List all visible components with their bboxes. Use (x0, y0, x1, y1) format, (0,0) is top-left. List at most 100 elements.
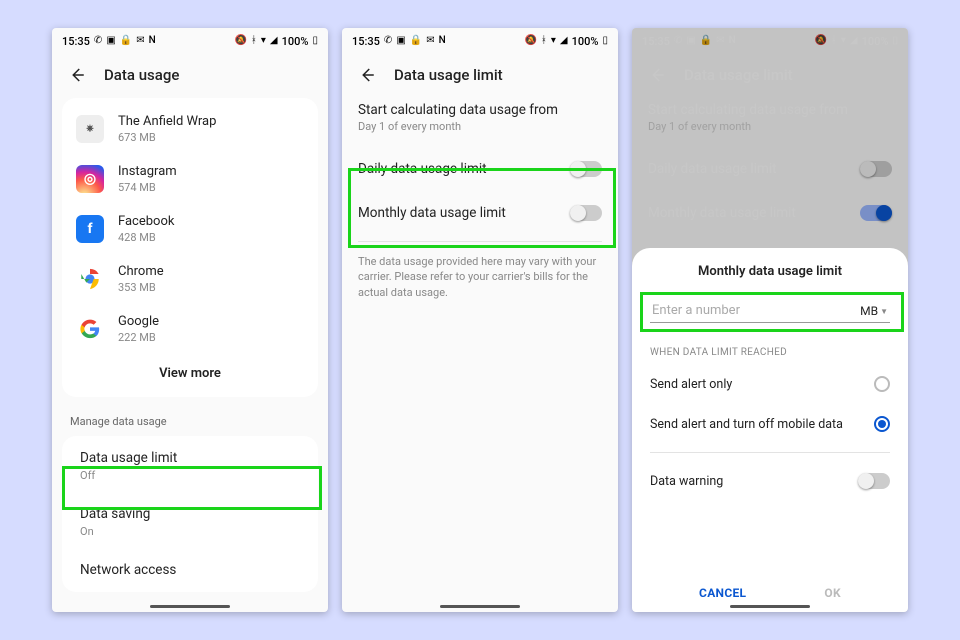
unit-dropdown[interactable]: MB ▼ (860, 304, 888, 318)
setting-network-access[interactable]: Network access (62, 550, 318, 590)
date-icon: ▣ (396, 36, 405, 46)
toggle-data-warning[interactable]: Data warning (632, 461, 908, 501)
nav-pill[interactable] (730, 605, 810, 608)
toggle-daily-limit[interactable]: Daily data usage limit (342, 147, 618, 191)
ok-button[interactable]: OK (824, 586, 841, 600)
battery-icon: ▯ (312, 36, 318, 46)
wifi-icon: ▾ (261, 36, 266, 46)
instagram-icon: ◎ (76, 165, 104, 193)
switch-icon[interactable] (570, 205, 602, 221)
lock-icon: 🔒 (120, 36, 132, 46)
nav-pill[interactable] (440, 605, 520, 608)
signal-icon: ◢ (270, 36, 278, 46)
app-row[interactable]: Google 222 MB (62, 304, 318, 354)
switch-icon[interactable] (858, 473, 890, 489)
divider (358, 241, 602, 242)
cancel-button[interactable]: CANCEL (699, 586, 746, 600)
app-row[interactable]: Chrome 353 MB (62, 254, 318, 304)
limit-input[interactable]: Enter a number (652, 303, 852, 318)
netflix-icon: N (149, 36, 156, 46)
page-header: Data usage (52, 54, 328, 98)
facebook-icon: f (76, 215, 104, 243)
bottom-sheet: Monthly data usage limit Enter a number … (632, 248, 908, 612)
netflix-icon: N (439, 36, 446, 46)
nav-pill[interactable] (150, 605, 230, 608)
status-time: 15:35 (352, 35, 380, 48)
radio-alert-and-off[interactable]: Send alert and turn off mobile data (632, 404, 908, 444)
sheet-actions: CANCEL OK (632, 586, 908, 600)
status-bar: 15:35 ✆ ▣ 🔒 ✉ N 🔕 ᚼ ▾ ◢ 100% ▯ (342, 28, 618, 54)
calc-heading[interactable]: Start calculating data usage from (342, 98, 618, 120)
setting-title: Data saving (80, 506, 300, 522)
setting-sub: Off (80, 469, 300, 482)
signal-icon: ◢ (560, 36, 568, 46)
back-arrow-icon[interactable] (68, 66, 86, 84)
app-name: Facebook (118, 214, 174, 229)
phone-screen-data-usage-limit: 15:35 ✆ ▣ 🔒 ✉ N 🔕 ᚼ ▾ ◢ 100% ▯ Data usag… (342, 28, 618, 612)
section-label: Manage data usage (52, 397, 328, 436)
app-name: Instagram (118, 164, 177, 179)
toggle-monthly-limit[interactable]: Monthly data usage limit (342, 191, 618, 235)
battery-text: 100% (282, 35, 309, 48)
apps-card: ⎈ The Anfield Wrap 673 MB ◎ Instagram 574 … (62, 98, 318, 397)
google-icon (76, 315, 104, 343)
message-icon: ✉ (426, 36, 434, 46)
mute-icon: 🔕 (524, 36, 536, 46)
manage-card: Data usage limit Off Data saving On Netw… (62, 436, 318, 592)
setting-data-saving[interactable]: Data saving On (62, 494, 318, 550)
setting-data-usage-limit[interactable]: Data usage limit Off (62, 438, 318, 494)
date-icon: ▣ (106, 36, 115, 46)
back-arrow-icon[interactable] (358, 66, 376, 84)
battery-text: 100% (572, 35, 599, 48)
whatsapp-icon: ✆ (384, 36, 392, 46)
app-size: 574 MB (118, 181, 177, 194)
chevron-down-icon: ▼ (880, 307, 888, 316)
disclaimer-text: The data usage provided here may vary wi… (342, 248, 618, 306)
radio-alert-only[interactable]: Send alert only (632, 364, 908, 404)
battery-icon: ▯ (602, 36, 608, 46)
status-bar: 15:35 ✆ ▣ 🔒 ✉ N 🔕 ᚼ ▾ ◢ 100% ▯ (52, 28, 328, 54)
lock-icon: 🔒 (410, 36, 422, 46)
unit-label: MB (860, 304, 878, 318)
radio-label: Send alert only (650, 377, 732, 392)
toggle-label: Data warning (650, 474, 723, 489)
app-row[interactable]: f Facebook 428 MB (62, 204, 318, 254)
limit-input-row: Enter a number MB ▼ (650, 297, 890, 323)
radio-label: Send alert and turn off mobile data (650, 417, 843, 432)
app-row[interactable]: ◎ Instagram 574 MB (62, 154, 318, 204)
bluetooth-icon: ᚼ (251, 36, 257, 46)
page-header: Data usage limit (342, 54, 618, 98)
page-title: Data usage (104, 66, 179, 84)
anfield-icon: ⎈ (76, 115, 104, 143)
page-title: Data usage limit (394, 66, 503, 84)
sheet-title: Monthly data usage limit (632, 264, 908, 291)
message-icon: ✉ (136, 36, 144, 46)
status-time: 15:35 (62, 35, 90, 48)
phone-screen-data-usage: 15:35 ✆ ▣ 🔒 ✉ N 🔕 ᚼ ▾ ◢ 100% ▯ Data usag… (52, 28, 328, 612)
mute-icon: 🔕 (234, 36, 246, 46)
setting-sub: On (80, 525, 300, 538)
app-name: Chrome (118, 264, 164, 279)
toggle-label: Monthly data usage limit (358, 205, 506, 221)
radio-icon[interactable] (874, 416, 890, 432)
app-size: 222 MB (118, 331, 159, 344)
section-caption: WHEN DATA LIMIT REACHED (632, 327, 908, 364)
toggle-label: Daily data usage limit (358, 161, 487, 177)
app-name: Google (118, 314, 159, 329)
app-size: 428 MB (118, 231, 174, 244)
setting-title: Network access (80, 562, 300, 578)
wifi-icon: ▾ (551, 36, 556, 46)
switch-icon[interactable] (570, 161, 602, 177)
radio-icon[interactable] (874, 376, 890, 392)
setting-title: Data usage limit (80, 450, 300, 466)
app-name: The Anfield Wrap (118, 114, 216, 129)
chrome-icon (76, 265, 104, 293)
divider (650, 452, 890, 453)
app-size: 353 MB (118, 281, 164, 294)
view-more-button[interactable]: View more (62, 354, 318, 391)
app-size: 673 MB (118, 131, 216, 144)
bluetooth-icon: ᚼ (541, 36, 547, 46)
app-row[interactable]: ⎈ The Anfield Wrap 673 MB (62, 104, 318, 154)
phone-screen-limit-dialog: 15:35 ✆ ▣ 🔒 ✉ N 🔕 ᚼ ▾ ◢ 100% ▯ (632, 28, 908, 612)
calc-sub: Day 1 of every month (342, 120, 618, 147)
